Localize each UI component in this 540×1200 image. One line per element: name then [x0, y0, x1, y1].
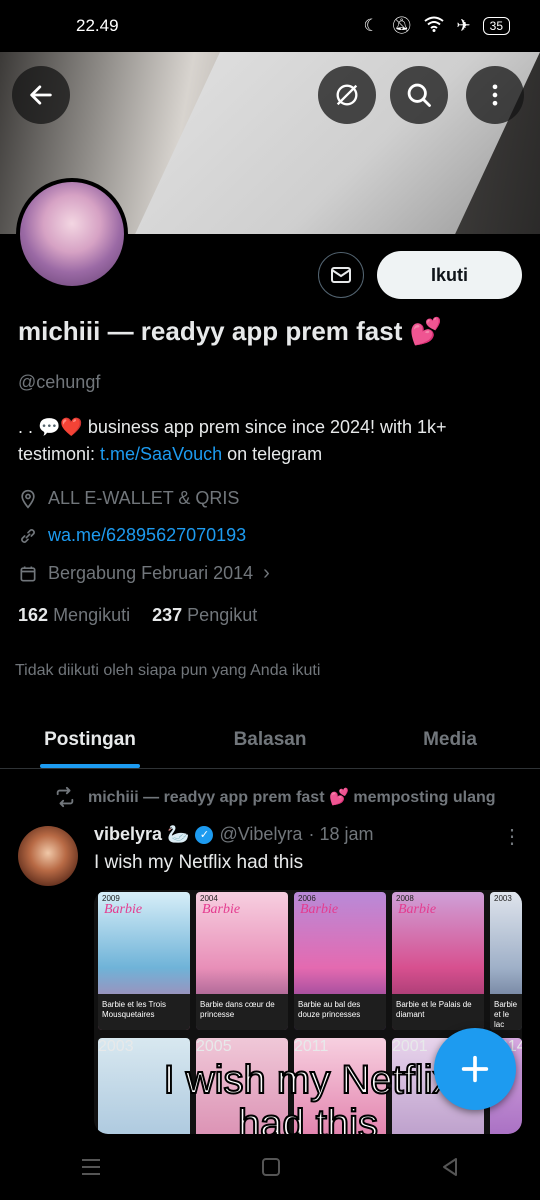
- followers-link[interactable]: 237 Pengikut: [152, 605, 257, 626]
- tab-balasan[interactable]: Balasan: [180, 712, 360, 768]
- grok-button[interactable]: [318, 66, 376, 124]
- bio-link[interactable]: t.me/SaaVouch: [100, 444, 222, 464]
- tile-caption: Barbie et le lac des cygnes: [490, 994, 522, 1030]
- following-link[interactable]: 162 Mengikuti: [18, 605, 130, 626]
- post-header: vibelyra 🦢 ✓ @Vibelyra · 18 jam: [94, 824, 373, 845]
- system-nav-bar: [0, 1134, 540, 1200]
- media-tile: 2004 Barbie Barbie dans cœur de princess…: [196, 892, 288, 1030]
- website-link[interactable]: wa.me/62895627070193: [48, 525, 246, 546]
- status-bar: 22.49 ☾ 🔕︎ ✈ 35: [0, 0, 540, 52]
- post-time: · 18 jam: [308, 824, 374, 844]
- tile-caption: Barbie au bal des douze princesses: [294, 994, 386, 1030]
- arrow-left-icon: [30, 85, 52, 105]
- home-icon[interactable]: [261, 1157, 281, 1177]
- following-label: Mengikuti: [53, 605, 131, 625]
- profile-avatar[interactable]: [16, 178, 128, 290]
- link-icon: [21, 528, 35, 543]
- battery-icon: 35: [482, 17, 510, 35]
- chevron-right-icon: ›: [263, 562, 270, 584]
- tab-postingan[interactable]: Postingan: [0, 712, 180, 768]
- post-text: I wish my Netflix had this: [94, 852, 304, 873]
- tile-year: 2003: [98, 1038, 134, 1055]
- verified-badge-icon: ✓: [195, 825, 214, 844]
- location-icon: [21, 489, 35, 509]
- profile-tabs: Postingan Balasan Media: [0, 712, 540, 769]
- media-tile: 2006 Barbie Barbie au bal des douze prin…: [294, 892, 386, 1030]
- meme-caption-line2: had this: [237, 1101, 379, 1134]
- back-button[interactable]: [12, 66, 70, 124]
- plus-icon: [461, 1055, 489, 1083]
- tile-year: 2011: [294, 1038, 329, 1055]
- message-button[interactable]: [318, 252, 364, 298]
- joined-text: Bergabung Februari 2014: [48, 563, 254, 583]
- tile-year: 2003: [494, 894, 512, 903]
- location-text: ALL E-WALLET & QRIS: [48, 488, 240, 508]
- bio-suffix: on telegram: [222, 444, 323, 464]
- mute-bell-icon: 🔕︎: [390, 16, 413, 35]
- media-tile: 2009 Barbie Barbie et les Trois Mousquet…: [98, 892, 190, 1030]
- tab-media[interactable]: Media: [360, 712, 540, 768]
- repost-icon: [56, 786, 74, 808]
- grok-icon: [336, 84, 358, 106]
- follow-button[interactable]: Ikuti: [377, 251, 522, 299]
- wifi-icon: [424, 16, 445, 37]
- airplane-icon: ✈: [456, 16, 471, 35]
- tile-caption: Barbie et le Palais de diamant: [392, 994, 484, 1030]
- profile-handle: @cehungf: [18, 372, 101, 392]
- moon-icon: ☾: [363, 16, 379, 35]
- joined-row[interactable]: Bergabung Februari 2014 ›: [18, 562, 270, 585]
- recents-icon[interactable]: [80, 1157, 102, 1177]
- back-nav-icon[interactable]: [440, 1157, 460, 1177]
- profile-bio: . . 💬❤️ business app prem since ince 202…: [18, 414, 523, 468]
- status-icons: ☾ 🔕︎ ✈ 35: [364, 16, 510, 37]
- barbie-logo: Barbie: [202, 902, 241, 917]
- post-author-name[interactable]: vibelyra 🦢: [94, 824, 189, 845]
- tile-year: 2005: [196, 1038, 232, 1055]
- tile-year: 2001: [392, 1038, 428, 1055]
- website-row: wa.me/62895627070193: [18, 525, 246, 546]
- repost-text: michiii — readyy app prem fast 💕 mempost…: [88, 789, 496, 806]
- profile-display-name: michiii — readyy app prem fast 💕: [18, 316, 442, 346]
- tile-caption: Barbie et les Trois Mousquetaires: [98, 994, 190, 1030]
- more-vertical-icon: [492, 84, 498, 106]
- post-author-handle[interactable]: @Vibelyra: [219, 824, 302, 845]
- calendar-icon: [20, 566, 36, 581]
- followers-label: Pengikut: [187, 605, 258, 625]
- barbie-logo: Barbie: [104, 902, 143, 917]
- repost-indicator: michiii — readyy app prem fast 💕 mempost…: [54, 786, 496, 808]
- barbie-logo: Barbie: [398, 902, 437, 917]
- post-more-icon[interactable]: ⋮: [502, 824, 522, 849]
- search-icon: [407, 83, 431, 107]
- more-options-button[interactable]: [466, 66, 524, 124]
- mail-icon: [331, 267, 351, 283]
- followers-count: 237: [152, 605, 183, 625]
- following-count: 162: [18, 605, 49, 625]
- media-tile: 2003 Barbie et le lac des cygnes: [490, 892, 522, 1030]
- tile-caption: Barbie dans cœur de princesse: [196, 994, 288, 1030]
- barbie-logo: Barbie: [300, 902, 339, 917]
- follow-counts: 162 Mengikuti 237 Pengikut: [18, 605, 257, 626]
- status-time: 22.49: [76, 16, 119, 35]
- location-row: ALL E-WALLET & QRIS: [18, 488, 239, 509]
- compose-button[interactable]: [434, 1028, 516, 1110]
- not-followed-notice: Tidak diikuti oleh siapa pun yang Anda i…: [15, 662, 321, 679]
- search-button[interactable]: [390, 66, 448, 124]
- media-tile: 2008 Barbie Barbie et le Palais de diama…: [392, 892, 484, 1030]
- post-author-avatar[interactable]: [18, 826, 78, 886]
